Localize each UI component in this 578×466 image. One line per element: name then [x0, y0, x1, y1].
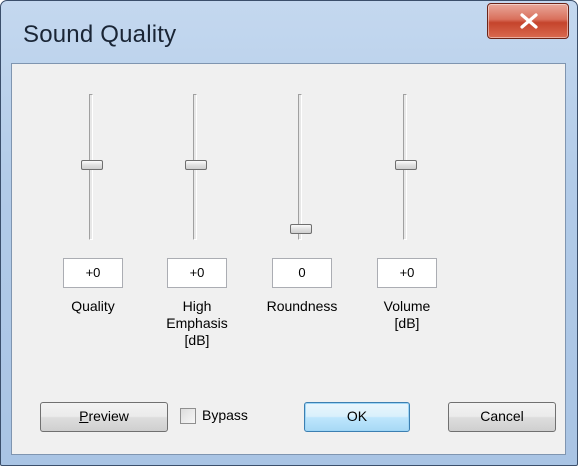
ok-button[interactable]: OK [304, 402, 410, 432]
close-icon [520, 13, 538, 29]
roundness-slider[interactable] [272, 94, 332, 244]
volume-label: Volume [dB] [383, 298, 431, 331]
volume-value[interactable]: +0 [377, 258, 437, 288]
title-bar[interactable]: Sound Quality [1, 1, 577, 59]
quality-label: Quality [71, 298, 115, 314]
preview-label: review [88, 408, 129, 424]
slider-thumb[interactable] [81, 160, 103, 170]
slider-thumb[interactable] [185, 160, 207, 170]
bypass-label[interactable]: Bypass [202, 407, 248, 423]
bypass-checkbox[interactable] [180, 408, 196, 424]
slider-thumb[interactable] [290, 224, 312, 234]
slider-track [298, 94, 302, 240]
high-emphasis-slider[interactable] [167, 94, 227, 244]
sound-quality-window: Sound Quality +0 Quality +0 High Emphasi… [0, 0, 578, 466]
high-emphasis-value[interactable]: +0 [167, 258, 227, 288]
roundness-value[interactable]: 0 [272, 258, 332, 288]
high-emphasis-label: High Emphasis [dB] [166, 298, 228, 348]
window-title: Sound Quality [23, 21, 177, 48]
quality-slider[interactable] [63, 94, 123, 244]
volume-slider[interactable] [377, 94, 437, 244]
close-button[interactable] [487, 3, 569, 39]
cancel-button[interactable]: Cancel [448, 402, 556, 432]
slider-thumb[interactable] [395, 160, 417, 170]
roundness-label: Roundness [266, 298, 338, 314]
dialog-client-area: +0 Quality +0 High Emphasis [dB] 0 Round… [11, 63, 566, 455]
quality-value[interactable]: +0 [63, 258, 123, 288]
preview-button[interactable]: Preview [40, 402, 168, 432]
